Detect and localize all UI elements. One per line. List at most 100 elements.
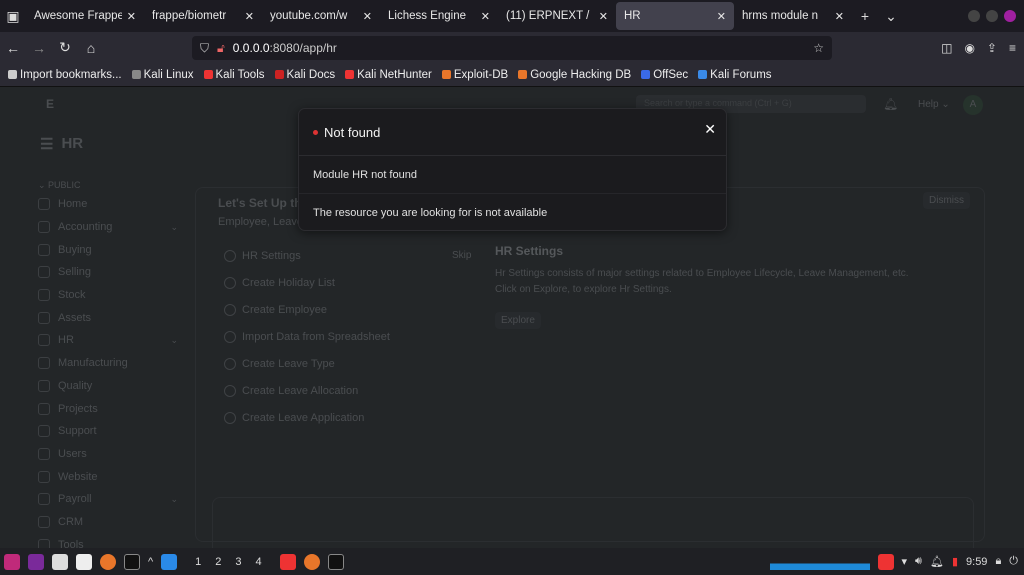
close-tab-icon[interactable]: ✕ <box>717 10 726 23</box>
bookmark-item[interactable]: Kali Tools <box>203 69 265 81</box>
pocket-icon[interactable]: ◫ <box>941 41 952 55</box>
tab-list-button[interactable]: ⌄ <box>878 8 904 25</box>
close-tab-icon[interactable]: ✕ <box>835 10 844 23</box>
terminal-window-icon[interactable] <box>327 553 344 570</box>
forward-icon[interactable]: → <box>26 40 52 56</box>
onboarding-step[interactable]: Create Leave Application <box>224 404 479 431</box>
skip-button[interactable]: Skip <box>452 250 471 261</box>
app-logo[interactable]: E <box>46 97 54 111</box>
chevron-down-icon[interactable]: ⌄ <box>170 335 178 346</box>
workspace-app-icon[interactable] <box>28 553 44 570</box>
menu-icon[interactable]: ≡ <box>1009 41 1016 55</box>
firefox-window-icon[interactable] <box>303 553 320 570</box>
app-window-icon[interactable] <box>279 553 296 570</box>
help-dropdown[interactable]: Help ⌄ <box>918 99 950 110</box>
workspace-2[interactable]: 2 <box>215 556 221 568</box>
url-bar[interactable]: ⛉ 🔓︎ 0.0.0.0:8080/app/hr ☆ <box>192 36 832 60</box>
vscode-icon[interactable] <box>161 553 178 570</box>
chevron-down-icon[interactable]: ⌄ <box>170 494 178 505</box>
tab-1[interactable]: frappe/biometr ✕ <box>144 2 262 30</box>
sidebar-item[interactable]: Users <box>38 443 178 466</box>
tab-overview-icon[interactable]: ▣ <box>0 8 26 25</box>
check-circle-icon <box>224 411 236 424</box>
sidebar-item[interactable]: Assets <box>38 306 178 329</box>
extensions-icon[interactable]: ⇪ <box>987 41 997 55</box>
bookmark-item[interactable]: Kali Linux <box>131 69 194 81</box>
step-label: Import Data from Spreadsheet <box>242 330 390 343</box>
onboarding-step[interactable]: Create Holiday List <box>224 269 479 296</box>
sidebar-item[interactable]: CRM <box>38 511 178 534</box>
tray-app-icon[interactable] <box>877 553 894 570</box>
shield-icon: ⛉ <box>200 40 210 55</box>
workspace-3[interactable]: 3 <box>235 556 241 568</box>
sidebar-item[interactable]: Manufacturing <box>38 352 178 375</box>
battery-icon[interactable]: ▮ <box>952 555 958 568</box>
tab-0[interactable]: Awesome Frappe | ✕ <box>26 2 144 30</box>
onboarding-step[interactable]: Import Data from Spreadsheet <box>224 323 479 350</box>
power-icon[interactable]: ⏻ <box>1009 555 1024 568</box>
bookmark-star-icon[interactable]: ☆ <box>813 41 824 55</box>
sidebar-item[interactable]: Accounting ⌄ <box>38 216 178 239</box>
account-icon[interactable]: ◉ <box>964 41 974 55</box>
file-manager-icon[interactable] <box>52 553 68 570</box>
onboarding-step[interactable]: Create Employee <box>224 296 479 323</box>
sidebar-item[interactable]: Projects <box>38 397 178 420</box>
terminal-icon[interactable] <box>124 553 140 570</box>
text-editor-icon[interactable] <box>76 553 92 570</box>
sidebar-item[interactable]: Payroll ⌄ <box>38 488 178 511</box>
sidebar-item[interactable]: Buying <box>38 238 178 261</box>
close-tab-icon[interactable]: ✕ <box>363 10 372 23</box>
notification-bell-icon[interactable]: 🔔︎ <box>883 97 898 111</box>
close-icon[interactable]: ✕ <box>704 121 716 138</box>
tab-4[interactable]: (11) ERPNEXT / ✕ <box>498 2 616 30</box>
close-window-button[interactable] <box>1004 10 1016 22</box>
back-icon[interactable]: ← <box>0 40 26 56</box>
network-icon[interactable]: ▾ <box>902 555 908 568</box>
kali-menu-icon[interactable] <box>4 553 20 570</box>
tab-5[interactable]: HR ✕ <box>616 2 734 30</box>
close-tab-icon[interactable]: ✕ <box>481 10 490 23</box>
sidebar-section-public[interactable]: ⌄ PUBLIC <box>38 180 178 191</box>
volume-icon[interactable]: 🔊︎ <box>915 555 922 568</box>
bookmark-item[interactable]: Kali NetHunter <box>345 69 432 81</box>
bookmark-item[interactable]: OffSec <box>641 69 688 81</box>
tab-2[interactable]: youtube.com/w ✕ <box>262 2 380 30</box>
sidebar-item[interactable]: Selling <box>38 261 178 284</box>
sidebar-item[interactable]: Quality <box>38 375 178 398</box>
chevron-down-icon[interactable]: ⌄ <box>170 222 178 233</box>
bookmark-item[interactable]: Kali Forums <box>698 69 772 81</box>
sidebar-toggle-icon[interactable]: ☰ <box>40 135 53 153</box>
tab-6[interactable]: hrms module n ✕ <box>734 2 852 30</box>
explore-button[interactable]: Explore <box>495 312 541 329</box>
maximize-button[interactable] <box>986 10 998 22</box>
workspace-4[interactable]: 4 <box>256 556 262 568</box>
home-icon[interactable]: ⌂ <box>78 40 104 56</box>
sidebar-item[interactable]: Home <box>38 193 178 216</box>
bookmark-item[interactable]: Import bookmarks... <box>8 69 122 81</box>
firefox-icon[interactable] <box>100 553 116 570</box>
sidebar-item[interactable]: Stock <box>38 284 178 307</box>
expand-icon[interactable]: ^ <box>148 556 153 568</box>
onboarding-step[interactable]: HR Settings <box>224 242 479 269</box>
notifications-icon[interactable]: 🔔︎ <box>930 555 944 568</box>
avatar[interactable]: A <box>963 95 983 115</box>
workspace-1[interactable]: 1 <box>195 556 201 568</box>
reload-icon[interactable]: ↻ <box>52 39 78 56</box>
onboarding-step[interactable]: Create Leave Allocation <box>224 377 479 404</box>
clock[interactable]: 9:59 <box>966 556 987 568</box>
onboarding-step[interactable]: Create Leave Type <box>224 350 479 377</box>
close-tab-icon[interactable]: ✕ <box>599 10 608 23</box>
close-tab-icon[interactable]: ✕ <box>245 10 254 23</box>
lock-screen-icon[interactable]: 🔒︎ <box>995 555 1001 568</box>
sidebar-item[interactable]: Support <box>38 420 178 443</box>
sidebar-item[interactable]: Website <box>38 465 178 488</box>
dismiss-button[interactable]: Dismiss <box>923 192 970 209</box>
tab-3[interactable]: Lichess Engine ✕ <box>380 2 498 30</box>
new-tab-button[interactable]: + <box>852 8 878 24</box>
close-tab-icon[interactable]: ✕ <box>127 10 136 23</box>
minimize-button[interactable] <box>968 10 980 22</box>
bookmark-item[interactable]: Exploit-DB <box>441 69 508 81</box>
bookmark-item[interactable]: Kali Docs <box>274 69 335 81</box>
bookmark-item[interactable]: Google Hacking DB <box>518 69 631 81</box>
sidebar-item[interactable]: HR ⌄ <box>38 329 178 352</box>
